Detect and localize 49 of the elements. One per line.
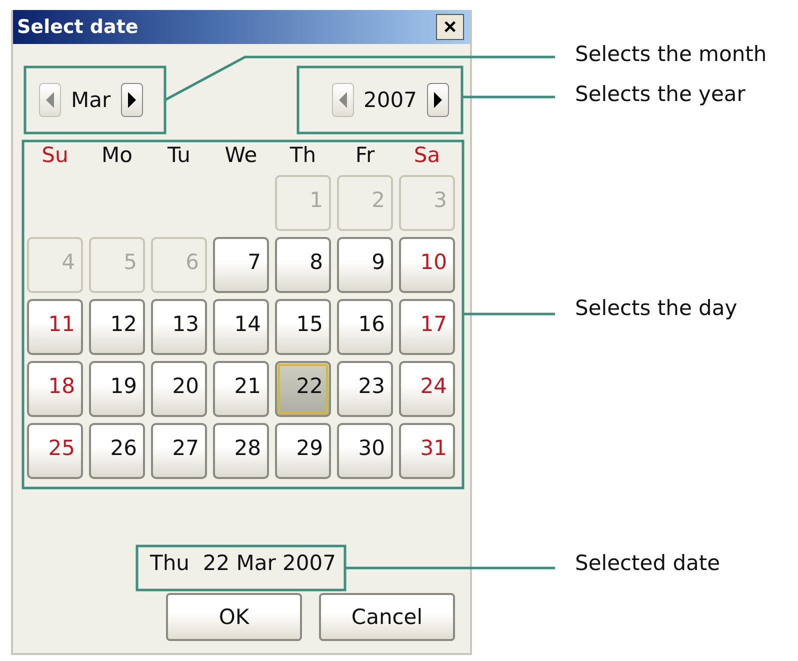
weekday-label: Th bbox=[288, 142, 318, 169]
day-button[interactable]: 19 bbox=[89, 361, 145, 417]
day-button[interactable]: 22 bbox=[275, 361, 331, 417]
left-triangle-icon bbox=[46, 92, 54, 108]
next-button[interactable] bbox=[120, 83, 143, 117]
day-button[interactable]: 14 bbox=[213, 299, 269, 355]
nav-value: Mar bbox=[71, 88, 111, 112]
day-button[interactable]: 9 bbox=[337, 237, 393, 293]
day-button[interactable]: 13 bbox=[151, 299, 207, 355]
day-button[interactable]: 26 bbox=[89, 423, 145, 479]
day-button[interactable]: 25 bbox=[27, 423, 83, 479]
close-button[interactable]: × bbox=[436, 14, 464, 40]
day-button[interactable]: 7 bbox=[213, 237, 269, 293]
nav-value: 2007 bbox=[364, 88, 417, 112]
day-button[interactable]: 12 bbox=[89, 299, 145, 355]
weekday-label: Tu bbox=[166, 142, 192, 169]
window-title: Select date bbox=[17, 16, 138, 38]
day-button[interactable]: 21 bbox=[213, 361, 269, 417]
weekday-label: We bbox=[224, 142, 258, 169]
cancel-button[interactable]: Cancel bbox=[319, 593, 455, 641]
day-button[interactable]: 17 bbox=[399, 299, 455, 355]
day-button[interactable]: 8 bbox=[275, 237, 331, 293]
day-button[interactable]: 10 bbox=[399, 237, 455, 293]
annotation-label: Selects the year bbox=[575, 82, 746, 106]
day-button[interactable]: 30 bbox=[337, 423, 393, 479]
weekday-label: Fr bbox=[354, 142, 376, 169]
annotation-label: Selects the day bbox=[575, 296, 738, 320]
day-button[interactable]: 29 bbox=[275, 423, 331, 479]
day-button[interactable]: 18 bbox=[27, 361, 83, 417]
weekday-label: Su bbox=[40, 142, 70, 169]
weekday-label: Sa bbox=[412, 142, 442, 169]
day-button[interactable]: 27 bbox=[151, 423, 207, 479]
next-button[interactable] bbox=[427, 83, 449, 117]
right-triangle-icon bbox=[434, 92, 442, 108]
day-button[interactable]: 23 bbox=[337, 361, 393, 417]
day-button[interactable]: 20 bbox=[151, 361, 207, 417]
day-button[interactable]: 28 bbox=[213, 423, 269, 479]
day-button[interactable]: 15 bbox=[275, 299, 331, 355]
day-button[interactable]: 24 bbox=[399, 361, 455, 417]
annotation-label: Selected date bbox=[575, 551, 720, 575]
day-button[interactable]: 31 bbox=[399, 423, 455, 479]
day-button[interactable]: 11 bbox=[27, 299, 83, 355]
day-button[interactable]: 16 bbox=[337, 299, 393, 355]
ok-button[interactable]: OK bbox=[166, 593, 302, 641]
selected-date: Thu 22 Mar 2007 bbox=[150, 551, 336, 575]
weekday-label: Mo bbox=[100, 142, 134, 169]
left-triangle-icon bbox=[338, 92, 347, 108]
annotation-label: Selects the month bbox=[575, 42, 767, 66]
right-triangle-icon bbox=[128, 92, 136, 108]
